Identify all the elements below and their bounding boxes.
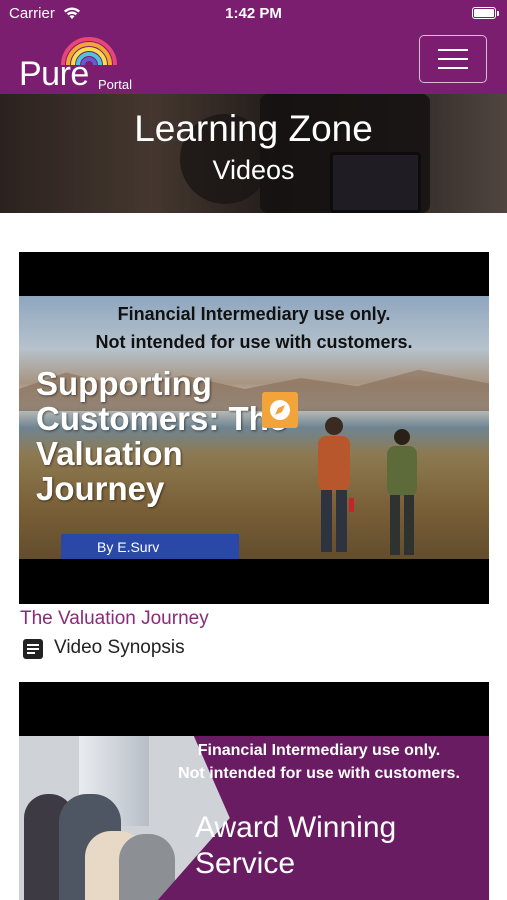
video-thumbnail[interactable]: Financial Intermediary use only. Not int… [19,296,489,559]
hero-banner: Learning Zone Videos [0,94,507,213]
thumbnail-byline: By E.Surv [61,534,239,559]
menu-toggle-button[interactable] [419,35,487,83]
video-thumbnail[interactable]: Financial Intermediary use only. Not int… [19,736,489,900]
video-player-valuation-journey[interactable]: Financial Intermediary use only. Not int… [19,252,489,604]
video-player-award-winning-service[interactable]: Financial Intermediary use only. Not int… [19,682,489,900]
battery-icon [472,7,496,19]
compass-icon [262,392,298,428]
page-title: Learning Zone [134,108,373,149]
thumbnail-headline: Award Winning Service [195,811,397,880]
battery-tip [497,11,499,16]
thumbnail-disclaimer-line1: Financial Intermediary use only. [117,304,391,324]
walking-person-figure [318,417,354,552]
document-icon [23,639,43,659]
clock: 1:42 PM [225,5,282,22]
hamburger-icon [438,49,468,51]
thumbnail-headline: Supporting Customers: The Valuation Jour… [36,365,288,507]
page-subtitle: Videos [212,155,295,185]
walking-person-figure [387,429,417,555]
status-bar: Carrier 1:42 PM [0,0,507,27]
pure-portal-logo[interactable]: Pure Portal [19,35,149,93]
thumbnail-disclaimer-line2: Not intended for use with customers. [178,765,460,782]
logo-pure-text: Pure [19,55,89,93]
video-synopsis-label: Video Synopsis [54,637,185,658]
top-navbar: Pure Portal [0,27,507,94]
thumbnail-disclaimer-line2: Not intended for use with customers. [95,332,413,352]
video-title-link[interactable]: The Valuation Journey [20,608,209,630]
logo-portal-text: Portal [98,77,132,92]
thumbnail-disclaimer-line1: Financial Intermediary use only. [197,742,441,759]
hamburger-icon-line [438,58,468,60]
hamburger-icon-line [438,67,468,69]
